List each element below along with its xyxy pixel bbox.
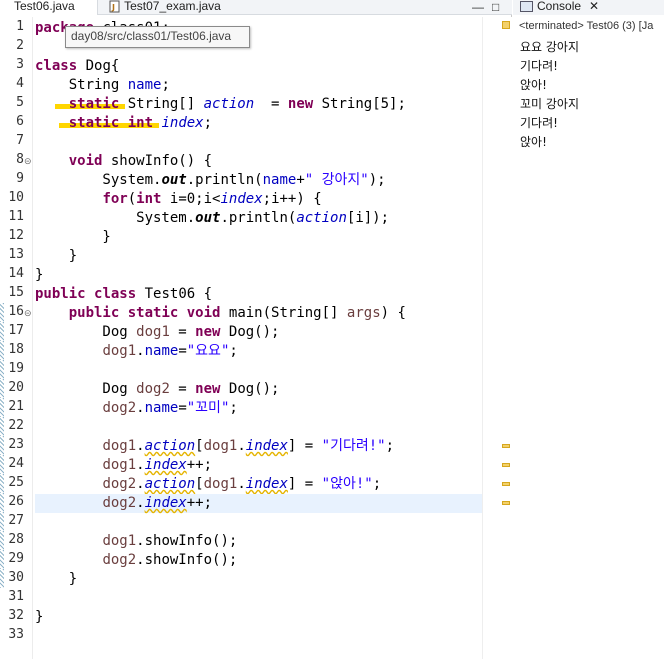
line-number: 3: [16, 57, 24, 72]
code-line[interactable]: [35, 513, 482, 532]
tab-console[interactable]: Console ✕: [520, 0, 599, 15]
svg-text:J: J: [111, 3, 115, 12]
code-line[interactable]: Dog dog2 = new Dog();: [35, 380, 482, 399]
console-output-line: 기다려!: [520, 116, 558, 130]
line-number: 31: [8, 589, 24, 604]
warning-marker[interactable]: [502, 444, 510, 448]
code-line[interactable]: dog2.showInfo();: [35, 551, 482, 570]
warning-summary-icon[interactable]: [502, 21, 510, 29]
console-output-line: 앉아!: [520, 135, 547, 149]
warning-marker[interactable]: [502, 501, 510, 505]
code-line[interactable]: dog2.action[dog1.index] = "앉아!";: [35, 475, 482, 494]
code-line[interactable]: }: [35, 247, 482, 266]
code-line[interactable]: }: [35, 266, 482, 285]
line-number: 11: [8, 209, 24, 224]
change-marker: [0, 341, 4, 360]
code-line[interactable]: [35, 589, 482, 608]
editor-tab-bar: Test06.java J Test07_exam.java — □: [0, 0, 512, 15]
code-line[interactable]: System.out.println(name+" 강아지");: [35, 171, 482, 190]
change-marker: [0, 550, 4, 569]
maximize-icon[interactable]: □: [492, 0, 499, 14]
line-number: 1: [16, 19, 24, 34]
code-line[interactable]: dog1.index++;: [35, 456, 482, 475]
code-line[interactable]: static int index;: [35, 114, 482, 133]
code-line[interactable]: dog2.index++;: [35, 494, 482, 513]
line-number: 10: [8, 190, 24, 205]
code-line[interactable]: static String[] action = new String[5];: [35, 95, 482, 114]
line-number: 14: [8, 266, 24, 281]
warning-marker[interactable]: [502, 482, 510, 486]
code-line[interactable]: }: [35, 570, 482, 589]
tab-test07-label: Test07_exam.java: [124, 0, 221, 13]
console-output-line: 꼬미 강아지: [520, 97, 580, 111]
tab-test06-label: Test06.java: [14, 0, 75, 13]
code-line[interactable]: Dog dog1 = new Dog();: [35, 323, 482, 342]
tooltip-text: day08/src/class01/Test06.java: [71, 29, 232, 43]
change-marker: [0, 569, 4, 588]
code-line[interactable]: class Dog{: [35, 57, 482, 76]
line-number: 32: [8, 608, 24, 623]
line-number: 9: [16, 171, 24, 186]
editor-pane[interactable]: Test06.java J Test07_exam.java — □ 12345…: [0, 0, 512, 659]
code-line[interactable]: [35, 627, 482, 646]
code-line[interactable]: System.out.println(action[i]);: [35, 209, 482, 228]
change-marker: [0, 474, 4, 493]
line-number: 15: [8, 285, 24, 300]
code-line[interactable]: dog1.name="요요";: [35, 342, 482, 361]
code-line[interactable]: void showInfo() {: [35, 152, 482, 171]
overview-ruler[interactable]: [482, 17, 512, 659]
line-number: 7: [16, 133, 24, 148]
change-marker: [0, 455, 4, 474]
change-marker: [0, 417, 4, 436]
line-number: 33: [8, 627, 24, 642]
change-marker: [0, 303, 4, 322]
line-number: 2: [16, 38, 24, 53]
console-tab-label: Console: [537, 0, 582, 13]
code-line[interactable]: public class Test06 {: [35, 285, 482, 304]
code-line[interactable]: [35, 133, 482, 152]
tab-test07-exam[interactable]: J Test07_exam.java: [106, 0, 221, 15]
close-icon[interactable]: ✕: [589, 0, 599, 13]
line-number-gutter[interactable]: 1 2 3 4 5 6 7 8 ⊝ 9 10 11 12 13 14 15 16 ⊝ 17 18 19 20 21 22 23 2…: [0, 17, 33, 659]
change-marker: [0, 436, 4, 455]
java-file-icon: J: [109, 0, 120, 13]
change-marker: [0, 531, 4, 550]
line-number: 13: [8, 247, 24, 262]
console-pane[interactable]: Console ✕ <terminated> Test06 (3) [Ja 요요 …: [513, 0, 664, 659]
warning-marker[interactable]: [502, 463, 510, 467]
code-area[interactable]: package class01;class Dog{ String name; …: [35, 17, 482, 659]
console-output-line: 앉아!: [520, 78, 547, 92]
console-status: <terminated> Test06 (3) [Ja: [519, 20, 654, 32]
change-marker: [0, 512, 4, 531]
console-icon: [520, 1, 533, 13]
line-number: 12: [8, 228, 24, 243]
fold-toggle-icon[interactable]: ⊝: [24, 308, 32, 319]
code-line[interactable]: }: [35, 228, 482, 247]
change-marker: [0, 493, 4, 512]
line-number: 5: [16, 95, 24, 110]
code-line[interactable]: public static void main(String[] args) {: [35, 304, 482, 323]
line-number: 4: [16, 76, 24, 91]
tab-test06[interactable]: Test06.java: [0, 0, 98, 15]
code-line[interactable]: for(int i=0;i<index;i++) {: [35, 190, 482, 209]
code-line[interactable]: [35, 361, 482, 380]
line-number: 6: [16, 114, 24, 129]
change-marker: [0, 379, 4, 398]
code-line[interactable]: String name;: [35, 76, 482, 95]
console-tab-bar: Console ✕: [513, 0, 664, 15]
code-line[interactable]: [35, 418, 482, 437]
minimize-icon[interactable]: —: [472, 0, 484, 14]
code-line[interactable]: }: [35, 608, 482, 627]
console-output-line: 기다려!: [520, 59, 558, 73]
code-line[interactable]: dog1.action[dog1.index] = "기다려!";: [35, 437, 482, 456]
code-line[interactable]: dog2.name="꼬미";: [35, 399, 482, 418]
console-output-line: 요요 강아지: [520, 40, 580, 54]
code-line[interactable]: dog1.showInfo();: [35, 532, 482, 551]
line-number: 8: [16, 152, 24, 167]
change-marker: [0, 360, 4, 379]
file-path-tooltip: day08/src/class01/Test06.java: [65, 26, 250, 48]
change-marker: [0, 322, 4, 341]
fold-toggle-icon[interactable]: ⊝: [24, 156, 32, 167]
change-marker: [0, 398, 4, 417]
